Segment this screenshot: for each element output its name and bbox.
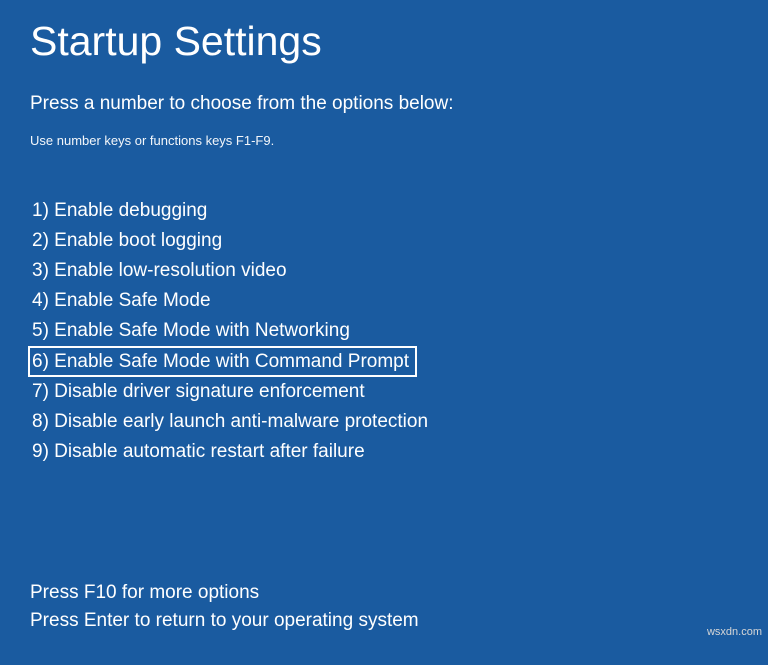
key-instruction: Use number keys or functions keys F1-F9. (30, 133, 738, 148)
option-row-3[interactable]: 3) Enable low-resolution video (30, 256, 738, 286)
footer-return: Press Enter to return to your operating … (30, 607, 738, 635)
option-row-8[interactable]: 8) Disable early launch anti-malware pro… (30, 407, 738, 437)
option-item-3: 3) Enable low-resolution video (30, 256, 291, 286)
option-row-9[interactable]: 9) Disable automatic restart after failu… (30, 437, 738, 467)
option-row-1[interactable]: 1) Enable debugging (30, 196, 738, 226)
footer-more-options: Press F10 for more options (30, 579, 738, 607)
option-row-2[interactable]: 2) Enable boot logging (30, 226, 738, 256)
page-title: Startup Settings (30, 18, 738, 65)
option-row-4[interactable]: 4) Enable Safe Mode (30, 286, 738, 316)
option-item-6: 6) Enable Safe Mode with Command Prompt (28, 346, 417, 377)
option-row-6[interactable]: 6) Enable Safe Mode with Command Prompt (30, 346, 738, 377)
option-row-7[interactable]: 7) Disable driver signature enforcement (30, 377, 738, 407)
watermark: wsxdn.com (707, 626, 762, 638)
subtitle: Press a number to choose from the option… (30, 93, 738, 115)
option-item-4: 4) Enable Safe Mode (30, 286, 215, 316)
options-list: 1) Enable debugging2) Enable boot loggin… (30, 196, 738, 467)
option-row-5[interactable]: 5) Enable Safe Mode with Networking (30, 316, 738, 346)
option-item-8: 8) Disable early launch anti-malware pro… (30, 407, 432, 437)
option-item-2: 2) Enable boot logging (30, 226, 226, 256)
startup-settings-screen: Startup Settings Press a number to choos… (0, 0, 768, 665)
option-item-1: 1) Enable debugging (30, 196, 211, 226)
option-item-9: 9) Disable automatic restart after failu… (30, 437, 369, 467)
option-item-5: 5) Enable Safe Mode with Networking (30, 316, 354, 346)
option-item-7: 7) Disable driver signature enforcement (30, 377, 369, 407)
